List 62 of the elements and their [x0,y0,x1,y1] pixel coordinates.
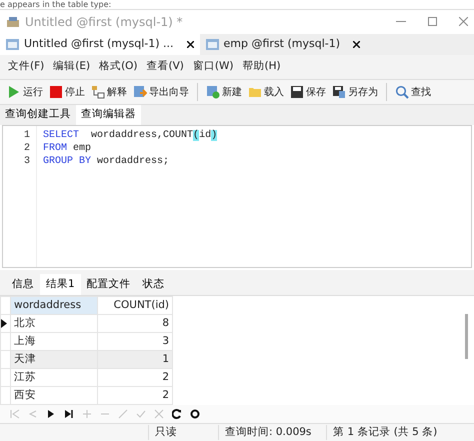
stop-icon [49,85,63,100]
table-cell: 天津 [10,350,98,369]
menu-item[interactable]: 帮助(H) [242,59,281,76]
table-icon [206,39,219,50]
last-record-icon[interactable] [62,409,76,420]
table-cell: 2 [98,368,172,387]
close-tab-icon[interactable] [353,41,360,48]
result-tab[interactable]: 配置文件 [80,274,137,296]
export-button[interactable]: 导出向导 [132,84,190,101]
result-tab[interactable]: 结果1 [40,274,81,296]
editor-tab[interactable]: 查询编辑器 [76,104,141,125]
minimize-icon[interactable] [396,20,406,23]
column-header[interactable]: wordaddress [10,296,98,315]
document-tab[interactable]: Untitled @first (mysql-1) ... [0,34,200,56]
diagram-icon [91,85,105,100]
close-icon[interactable] [459,17,468,26]
load-button[interactable]: 载入 [247,84,285,101]
export-icon [133,85,147,100]
new-button[interactable]: 新建 [205,84,243,101]
editor-tab[interactable]: 查询创建工具 [0,104,76,125]
result-tab[interactable]: 信息 [6,274,40,296]
line-number: 2 [22,142,30,155]
status-text: 只读 [148,424,218,440]
result-tab[interactable]: 状态 [136,274,171,296]
line-number: 3 [22,154,30,168]
status-text: 查询时间: 0.009s [218,424,326,440]
column-header[interactable]: COUNT(id) [98,296,172,315]
line-number: 1 [22,128,30,142]
search-icon [395,85,409,100]
explain-button[interactable]: 解释 [90,84,128,101]
new-query-icon [206,85,220,100]
table-cell: 8 [98,314,172,333]
window-title: Untitled @first (mysql-1) * [25,14,183,31]
stop-icon[interactable] [188,409,202,420]
table-cell: 1 [98,350,172,369]
status-text: 第 1 条记录 (共 5 条) [326,424,466,440]
find-button[interactable]: 查找 [394,84,432,101]
table-icon [6,39,19,50]
run-icon [7,85,21,100]
maximize-icon[interactable] [428,17,437,26]
table-cell: 江苏 [10,368,98,387]
stop-button[interactable]: 停止 [48,84,86,101]
menu-item[interactable]: 查看(V) [146,59,184,76]
code-line: FROM emp [43,142,92,155]
document-tab[interactable]: emp @first (mysql-1) [200,34,366,56]
table-cell: 北京 [10,314,98,333]
code-line: SELECT wordaddress,COUNT(id) [43,128,218,142]
menu-item[interactable]: 编辑(E) [53,59,90,76]
menu-item[interactable]: 格式(O) [99,59,138,76]
refresh-icon[interactable] [170,409,184,420]
code-line: GROUP BY wordaddress; [43,154,170,168]
saveas-button[interactable]: 另存为 [331,84,379,101]
run-button[interactable]: 运行 [6,84,44,101]
save-as-icon [332,85,346,100]
menu-item[interactable]: 窗口(W) [192,59,234,76]
save-icon [290,85,304,100]
save-button[interactable]: 保存 [289,84,327,101]
app-icon [6,16,20,28]
folder-icon [248,85,262,100]
menu-item[interactable]: 文件(F) [8,59,44,76]
close-tab-icon[interactable] [186,41,194,48]
background-text: e appears in the table type: [0,0,112,9]
